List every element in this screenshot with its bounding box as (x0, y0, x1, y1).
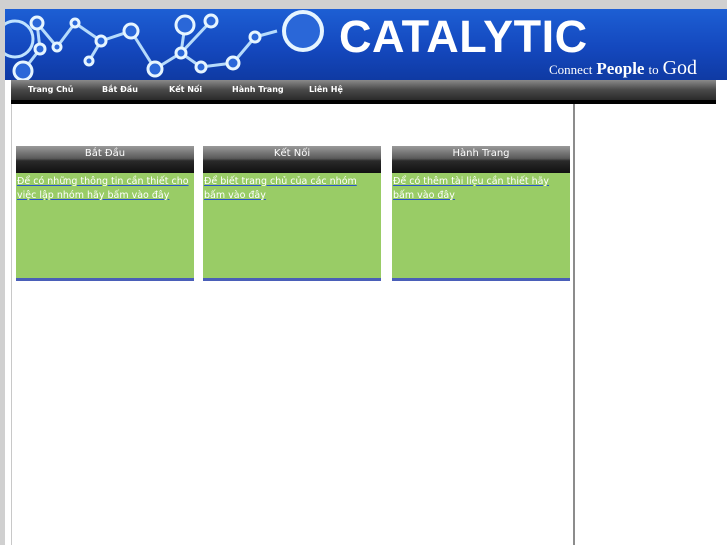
panel-title: Kết Nối (273, 148, 311, 159)
left-border (0, 9, 5, 545)
nav-item-home[interactable]: Trang Chủ (28, 80, 73, 100)
tagline-to: to (648, 62, 659, 77)
panel-header: Bắt Đầu (16, 146, 194, 173)
site-tagline: Connect People to God (549, 57, 725, 79)
content-right-border (573, 104, 575, 545)
panel-header: Kết Nối (203, 146, 381, 173)
nav-item-contact[interactable]: Liên Hệ (309, 80, 343, 100)
panel-body: Để có những thông tin cần thiết cho việc… (16, 173, 194, 278)
panel-bottom-bar (16, 278, 194, 281)
panel-title: Bắt Đầu (84, 148, 126, 159)
nav-item-connect[interactable]: Kết Nối (169, 80, 202, 100)
panel-header: Hành Trang (392, 146, 570, 173)
panel-link[interactable]: Để có những thông tin cần thiết cho việc… (17, 175, 193, 202)
panel-resources: Hành Trang Để có thêm tài liệu cần thiết… (392, 146, 570, 281)
panel-bottom-bar (203, 278, 381, 281)
molecule-icon (5, 10, 324, 80)
tagline-connect: Connect (549, 62, 593, 77)
nav-item-resources[interactable]: Hành Trang (232, 80, 284, 100)
nav-item-getting-started[interactable]: Bắt Đầu (102, 80, 138, 100)
header-banner: CATALYTIC Connect People to God (5, 9, 727, 80)
panel-link[interactable]: Để có thêm tài liệu cần thiết hãy bấm và… (393, 175, 569, 202)
panel-body: Để có thêm tài liệu cần thiết hãy bấm và… (392, 173, 570, 278)
nav-underline (11, 100, 716, 104)
panel-title: Hành Trang (452, 148, 510, 159)
tagline-god: God (662, 57, 698, 79)
content-left-border (11, 104, 12, 545)
top-border (0, 0, 727, 9)
panel-bottom-bar (392, 278, 570, 281)
tagline-people: People (596, 59, 645, 78)
panel-getting-started: Bắt Đầu Để có những thông tin cần thiết … (16, 146, 194, 281)
site-title: CATALYTIC (339, 11, 588, 62)
panel-connect: Kết Nối Để biết trang chủ của các nhóm b… (203, 146, 381, 281)
panel-body: Để biết trang chủ của các nhóm bấm vào đ… (203, 173, 381, 278)
panel-link[interactable]: Để biết trang chủ của các nhóm bấm vào đ… (204, 175, 380, 202)
